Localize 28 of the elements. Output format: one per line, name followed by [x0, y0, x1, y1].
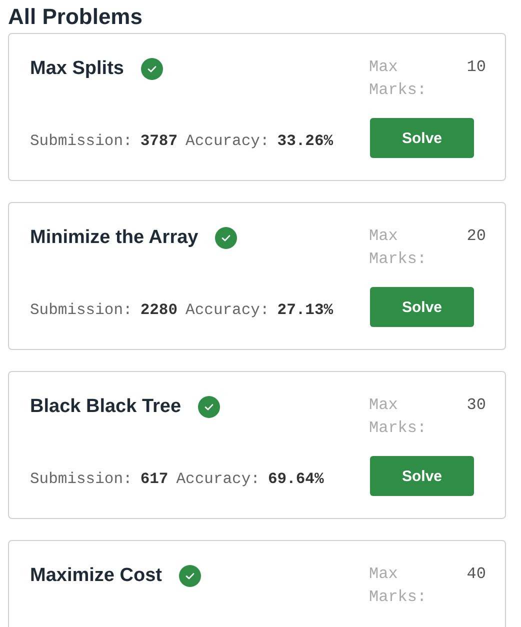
max-marks-value: 30 [466, 395, 486, 416]
max-marks-label: Max Marks: [369, 395, 428, 439]
max-marks-value: 20 [466, 226, 486, 247]
submission-label: Submission: [30, 301, 132, 319]
solve-button[interactable]: Solve [370, 287, 474, 327]
max-marks-label: Max Marks: [369, 226, 428, 270]
accuracy-value: 27.13% [277, 301, 334, 319]
accuracy-value: 33.26% [277, 132, 334, 150]
accuracy-value: 69.64% [268, 470, 324, 488]
solve-button[interactable]: Solve [370, 456, 474, 496]
problem-title[interactable]: Minimize the Array [30, 227, 198, 249]
submission-label: Submission: [30, 132, 132, 150]
max-marks-label: Max Marks: [369, 564, 428, 608]
page-heading: All Problems [8, 3, 144, 31]
submission-label: Submission: [30, 470, 132, 488]
problem-title[interactable]: Max Splits [30, 58, 124, 80]
accuracy-label: Accuracy: [186, 132, 270, 150]
max-marks-value: 40 [466, 564, 486, 585]
submission-count: 2280 [140, 301, 178, 319]
solve-button[interactable]: Solve [370, 118, 474, 158]
max-marks-label: Max Marks: [369, 57, 428, 101]
accuracy-label: Accuracy: [176, 470, 260, 488]
submission-count: 617 [140, 470, 168, 488]
problem-title[interactable]: Maximize Cost [30, 565, 162, 587]
max-marks-value: 10 [466, 57, 486, 78]
accuracy-label: Accuracy: [186, 301, 270, 319]
submission-count: 3787 [140, 132, 178, 150]
problem-title[interactable]: Black Black Tree [30, 396, 182, 418]
